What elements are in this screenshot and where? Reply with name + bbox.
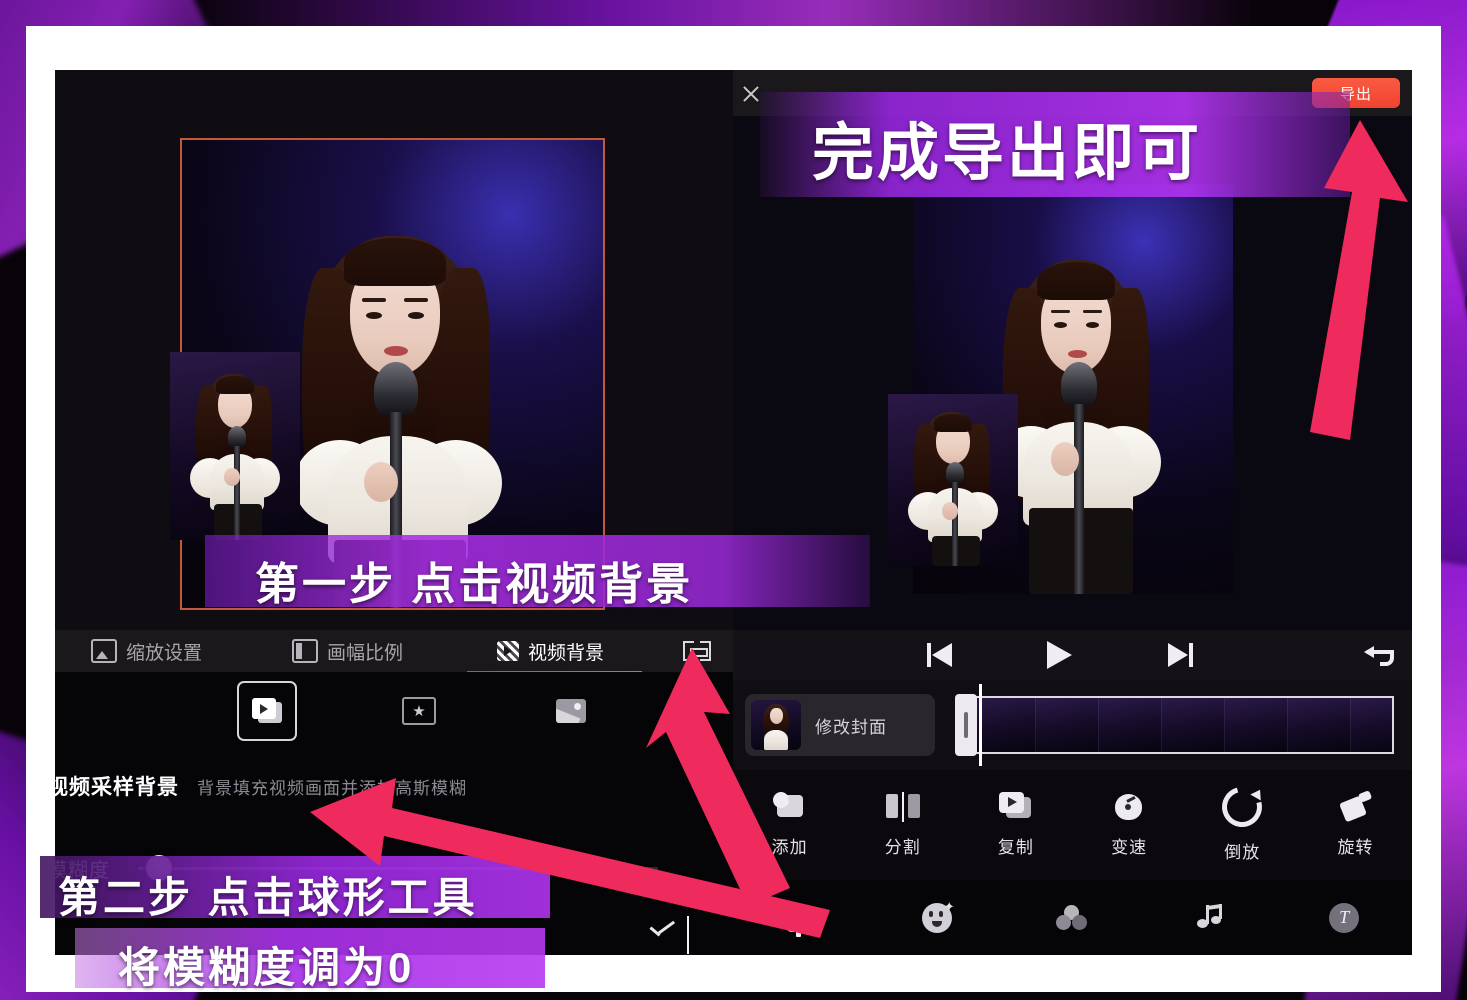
tool-copy-label: 复制 [997,838,1034,857]
arrow-to-blur-slider [310,778,830,938]
speed-icon [1112,792,1146,822]
pip-performer-figure [170,352,300,540]
playback-controls [733,630,1412,680]
left-pip-overlay[interactable] [170,352,300,540]
tool-speed-label: 变速 [1111,838,1148,857]
timeline-trim-handle[interactable] [955,694,977,756]
timeline-frame [1036,698,1099,752]
timeline-clip-strip[interactable] [971,696,1394,754]
nav-text[interactable]: T [1276,902,1412,933]
tool-copy[interactable]: 复制 [959,792,1072,858]
right-pip-overlay[interactable] [888,394,1018,566]
close-icon[interactable] [741,84,761,104]
tool-split-label: 分割 [884,838,921,857]
option-style-pattern[interactable]: ★ [391,683,447,739]
timeline-frame [1288,698,1351,752]
tool-rotate-label: 旋转 [1337,838,1374,857]
reverse-icon [1214,779,1270,835]
filter-circles-icon [1056,904,1088,931]
arrow-to-export-button [1310,120,1408,440]
tool-rotate[interactable]: 旋转 [1299,792,1412,858]
nav-filter[interactable] [1005,904,1141,931]
tutorial-screenshot: 缩放设置 画幅比例 视频背景 ★ 视频采样背景 背景填充视频画面并添加高斯模糊 … [0,0,1467,1000]
tab-aspect-ratio[interactable]: 画幅比例 [284,630,411,672]
tool-reverse-label: 倒放 [1224,843,1261,862]
export-annotation-text: 完成导出即可 [812,119,1203,188]
option-video-sampling[interactable] [237,681,297,741]
timeline-frame [1099,698,1162,752]
modify-cover-label: 修改封面 [815,717,887,737]
timeline-frame [1162,698,1225,752]
prev-frame-icon[interactable] [927,643,953,667]
step3-annotation-text: 将模糊度调为0 [118,944,415,991]
nav-music[interactable] [1140,903,1276,932]
tab-zoom-settings-label: 缩放设置 [126,642,203,664]
timeline-frame [1351,698,1392,752]
step1-annotation-text: 第一步 点击视频背景 [255,560,694,609]
rotate-icon [1338,792,1372,822]
star-frame-icon: ★ [402,697,436,725]
sampling-title: 视频采样背景 [55,776,179,799]
nav-sticker[interactable]: ✦ [869,900,1005,933]
timeline-area: 修改封面 [733,680,1412,770]
music-note-icon [1194,903,1223,932]
tool-speed[interactable]: 变速 [1073,792,1186,858]
timeline-playhead [979,684,982,766]
timeline-frame [1225,698,1288,752]
next-frame-icon[interactable] [1167,643,1193,667]
undo-icon[interactable] [1364,642,1394,666]
split-icon [885,792,920,822]
tab-zoom-settings[interactable]: 缩放设置 [83,630,210,672]
aspect-ratio-icon [292,639,319,663]
video-stack-icon [252,698,282,724]
tab-aspect-ratio-label: 画幅比例 [327,642,404,664]
zoom-settings-icon [91,639,117,663]
sticker-face-icon: ✦ [921,900,955,933]
pip-performer-figure-right [888,394,1018,566]
tool-split[interactable]: 分割 [846,792,959,858]
timeline-frame [973,698,1036,752]
tool-reverse[interactable]: 倒放 [1186,779,1299,863]
copy-icon [998,792,1033,822]
play-icon[interactable] [1047,641,1072,669]
video-background-icon [497,641,520,661]
text-t-icon: T [1329,902,1360,933]
